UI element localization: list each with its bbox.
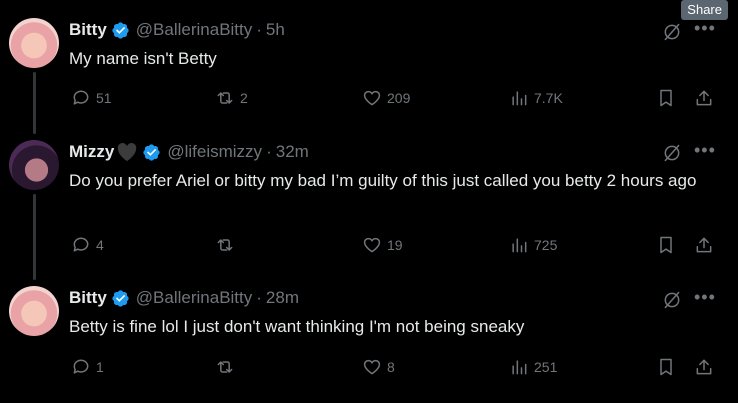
repost-button[interactable] [215, 233, 240, 257]
display-name[interactable]: Mizzy [69, 142, 114, 162]
share-button[interactable] [694, 355, 714, 379]
more-icon[interactable]: ••• [694, 140, 716, 160]
repost-count: 2 [240, 90, 248, 106]
share-button[interactable] [694, 233, 714, 257]
views-icon [512, 91, 527, 106]
reply-count: 1 [96, 359, 104, 375]
handle[interactable]: @BallerinaBitty [136, 20, 252, 40]
separator: · [256, 20, 262, 39]
views-count: 725 [534, 237, 558, 253]
views-icon [512, 360, 527, 375]
tweet-text: Betty is fine lol I just don't want thin… [69, 317, 525, 336]
like-count: 19 [387, 237, 403, 253]
grok-icon[interactable] [662, 290, 682, 310]
tweet[interactable]: Mizzy @lifeismizzy · 32m ••• Do you pref… [0, 130, 738, 278]
verified-icon [143, 143, 160, 161]
black-heart-icon [116, 142, 138, 162]
more-icon[interactable]: ••• [694, 18, 716, 38]
share-icon [696, 359, 712, 375]
like-button[interactable]: 19 [362, 233, 403, 257]
tweet-text: Do you prefer Ariel or bitty my bad I’m … [69, 171, 697, 190]
views-icon [512, 238, 527, 253]
reply-icon [73, 237, 89, 252]
action-bar: 4 19 725 [69, 233, 719, 257]
bookmark-icon [660, 358, 672, 376]
handle[interactable]: @lifeismizzy [167, 142, 262, 162]
reply-icon [73, 90, 89, 105]
verified-icon [112, 21, 129, 39]
reply-count: 51 [96, 90, 112, 106]
repost-button[interactable]: 2 [215, 86, 248, 110]
share-button[interactable] [694, 86, 714, 110]
tweet[interactable]: Bitty @BallerinaBitty · 28m ••• Betty is… [0, 278, 738, 403]
like-count: 8 [387, 359, 395, 375]
views-button[interactable]: 251 [509, 355, 557, 379]
like-icon [363, 359, 381, 375]
views-button[interactable]: 7.7K [509, 86, 563, 110]
avatar[interactable] [9, 18, 59, 68]
avatar[interactable] [9, 286, 59, 336]
tweet[interactable]: Bitty @BallerinaBitty · 5h ••• My name i… [0, 0, 738, 130]
separator: · [256, 288, 262, 307]
like-button[interactable]: 209 [362, 86, 410, 110]
grok-icon[interactable] [662, 22, 682, 42]
verified-icon [112, 289, 129, 307]
bookmark-icon [660, 89, 672, 107]
handle[interactable]: @BallerinaBitty [136, 288, 252, 308]
views-count: 7.7K [534, 90, 563, 106]
reply-button[interactable]: 1 [71, 355, 104, 379]
repost-icon [217, 361, 233, 373]
avatar[interactable] [9, 140, 59, 190]
views-count: 251 [534, 359, 558, 375]
repost-icon [217, 239, 233, 251]
bookmark-button[interactable] [656, 86, 676, 110]
action-bar: 1 8 251 [69, 355, 719, 379]
more-icon[interactable]: ••• [694, 287, 716, 307]
separator: · [266, 142, 272, 161]
timestamp[interactable]: 32m [276, 142, 309, 162]
timestamp[interactable]: 5h [266, 20, 285, 40]
timestamp[interactable]: 28m [266, 288, 299, 308]
views-button[interactable]: 725 [509, 233, 557, 257]
reply-button[interactable]: 51 [71, 86, 112, 110]
share-icon [696, 237, 712, 253]
reply-button[interactable]: 4 [71, 233, 104, 257]
tweet-text: My name isn't Betty [69, 49, 217, 68]
reply-count: 4 [96, 237, 104, 253]
action-bar: 51 2 209 7.7K [69, 86, 719, 110]
share-icon [696, 90, 712, 106]
bookmark-button[interactable] [656, 233, 676, 257]
repost-button[interactable] [215, 355, 240, 379]
bookmark-icon [660, 236, 672, 254]
like-icon [363, 237, 381, 253]
display-name[interactable]: Bitty [69, 288, 107, 308]
reply-icon [73, 359, 89, 374]
like-icon [363, 90, 381, 106]
like-count: 209 [387, 90, 411, 106]
like-button[interactable]: 8 [362, 355, 395, 379]
grok-icon[interactable] [662, 143, 682, 163]
repost-icon [217, 92, 233, 104]
bookmark-button[interactable] [656, 355, 676, 379]
display-name[interactable]: Bitty [69, 20, 107, 40]
